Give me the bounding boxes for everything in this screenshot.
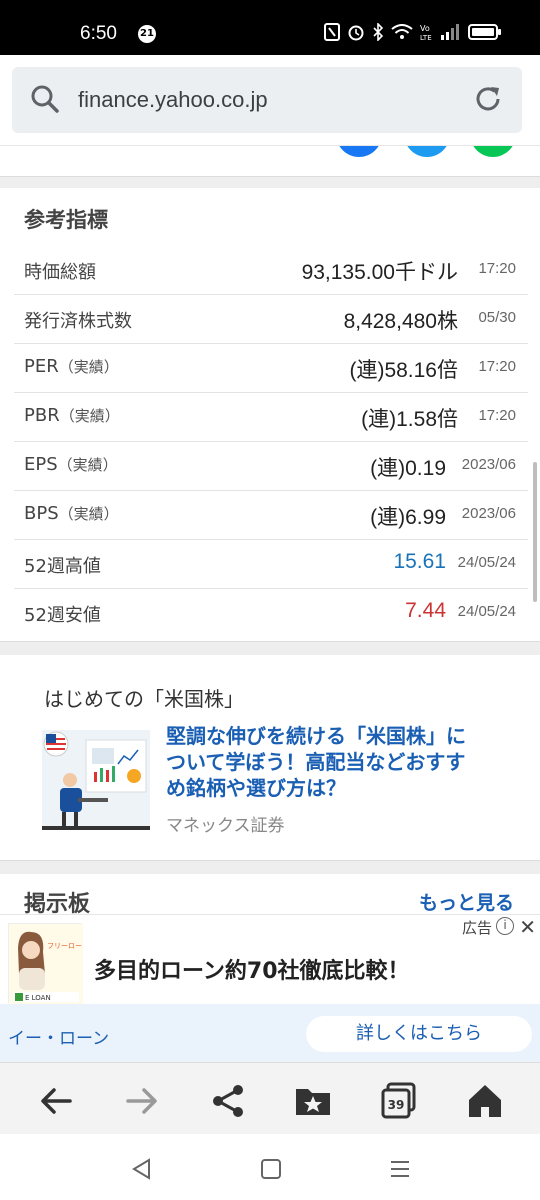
browser-url-bar: finance.yahoo.co.jp <box>0 55 540 145</box>
indicator-value: (連)6.99 <box>370 506 446 529</box>
back-icon[interactable] <box>36 1081 76 1121</box>
indicator-label: EPS（実績） <box>24 454 118 475</box>
system-navigation-bar <box>0 1134 540 1200</box>
scrollbar-thumb[interactable] <box>533 462 537 602</box>
home-icon[interactable] <box>465 1081 505 1121</box>
us-stock-illustration <box>42 730 150 830</box>
section-divider <box>0 176 540 188</box>
indicator-value: (連)58.16倍 <box>349 359 458 382</box>
section-title: 参考指標 <box>24 208 108 232</box>
indicator-label: PER（実績） <box>24 356 119 377</box>
banner-text: 多目的ローン約70社徹底比較！ <box>94 959 410 984</box>
indicator-date: 17:20 <box>478 407 516 424</box>
indicator-row-market-cap: 時価総額 93,135.00千ドル 17:20 <box>14 246 528 295</box>
line-share-icon[interactable] <box>470 146 516 157</box>
banner-thumbnail: フリーローン 徹底比較 E LOAN <box>8 923 119 1004</box>
address-field[interactable]: finance.yahoo.co.jp <box>12 67 522 133</box>
bluetooth-icon <box>372 22 384 45</box>
indicator-value: 15.61 <box>393 550 446 573</box>
status-bar: 6:50 21 Vo LTE <box>0 0 540 55</box>
indicator-row-bps: BPS（実績） (連)6.99 2023/06 <box>14 491 528 540</box>
indicator-date: 2023/06 <box>461 456 516 473</box>
close-icon[interactable]: ✕ <box>519 915 536 939</box>
indicator-row-per: PER（実績） (連)58.16倍 17:20 <box>14 344 528 393</box>
notification-count-badge: 21 <box>138 25 156 43</box>
indicator-value: (連)0.19 <box>370 457 446 480</box>
bottom-banner-ad[interactable]: フリーローン 徹底比較 E LOAN 多目的ローン約70社徹底比較！ 広告 i … <box>0 914 540 1004</box>
indicator-value: 8,428,480株 <box>343 310 458 333</box>
banner-cta-bar[interactable]: イー・ローン 詳しくはこちら <box>0 1004 540 1062</box>
indicator-row-eps: EPS（実績） (連)0.19 2023/06 <box>14 442 528 491</box>
forward-icon[interactable] <box>122 1081 162 1121</box>
details-button[interactable]: 詳しくはこちら <box>306 1016 532 1052</box>
indicator-date: 24/05/24 <box>457 603 516 620</box>
tabs-icon[interactable]: 39 <box>379 1081 419 1121</box>
share-buttons-row <box>0 145 540 180</box>
indicator-value: 7.44 <box>405 599 446 622</box>
ad-label: 広告 <box>461 919 492 937</box>
bookmark-folder-icon[interactable] <box>293 1081 333 1121</box>
volte-icon: Vo LTE <box>420 23 434 45</box>
sponsored-article-card[interactable]: はじめての「米国株」 堅調な伸びを続ける「米国株」について学ぼう！高配当などおす… <box>0 655 540 860</box>
battery-icon <box>468 24 502 44</box>
browser-toolbar: 39 <box>0 1062 540 1134</box>
indicator-label: 52週高値 <box>24 556 101 577</box>
indicator-date: 17:20 <box>478 358 516 375</box>
indicator-value: (連)1.58倍 <box>361 408 458 431</box>
indicator-date: 24/05/24 <box>457 554 516 571</box>
status-time: 6:50 <box>80 23 117 44</box>
indicator-row-52w-low: 52週安値 7.44 24/05/24 <box>14 589 528 638</box>
indicator-row-52w-high: 52週高値 15.61 24/05/24 <box>14 540 528 589</box>
indicator-date: 2023/06 <box>461 505 516 522</box>
indicator-date: 17:20 <box>478 260 516 277</box>
message-board-header: 掲示板 もっと見る <box>0 874 540 919</box>
url-text: finance.yahoo.co.jp <box>78 87 268 112</box>
tabs-count: 39 <box>388 1098 405 1112</box>
reference-indicators-section: 参考指標 時価総額 93,135.00千ドル 17:20 発行済株式数 8,42… <box>0 188 540 641</box>
indicator-date: 05/30 <box>478 309 516 326</box>
share-icon[interactable] <box>208 1081 248 1121</box>
ad-info-icon[interactable]: i <box>496 917 514 935</box>
banner-thumb-brand: E LOAN <box>25 994 51 1002</box>
indicator-label: 発行済株式数 <box>24 311 132 332</box>
section-divider <box>0 860 540 874</box>
system-back-icon[interactable] <box>127 1154 157 1184</box>
system-home-icon[interactable] <box>256 1154 286 1184</box>
signal-icon <box>441 24 461 44</box>
reload-icon[interactable] <box>472 83 504 119</box>
banner-brand: イー・ローン <box>8 1029 110 1049</box>
system-recents-icon[interactable] <box>385 1154 415 1184</box>
banner-thumb-text: フリーローン 徹底比較 <box>47 941 83 950</box>
ad-card-sponsor: マネックス証券 <box>166 816 285 836</box>
ad-card-headline[interactable]: 堅調な伸びを続ける「米国株」について学ぼう！高配当などおすすめ銘柄や選び方は？ <box>166 723 466 801</box>
wifi-icon <box>391 24 413 44</box>
svg-text:Vo: Vo <box>420 24 430 33</box>
alarm-icon <box>347 23 365 45</box>
indicator-row-pbr: PBR（実績） (連)1.58倍 17:20 <box>14 393 528 442</box>
search-icon <box>30 84 60 118</box>
indicator-label: 時価総額 <box>24 262 96 283</box>
ad-card-title: はじめての「米国株」 <box>44 687 244 711</box>
status-icons: Vo LTE <box>324 22 502 45</box>
indicator-value: 93,135.00千ドル <box>301 261 458 284</box>
indicator-label: BPS（実績） <box>24 503 119 524</box>
indicator-row-shares-outstanding: 発行済株式数 8,428,480株 05/30 <box>14 295 528 344</box>
facebook-share-icon[interactable] <box>336 146 382 157</box>
section-divider <box>0 641 540 655</box>
nfc-icon <box>324 23 340 45</box>
twitter-share-icon[interactable] <box>404 146 450 157</box>
svg-text:LTE: LTE <box>420 34 432 41</box>
indicator-label: PBR（実績） <box>24 405 120 426</box>
see-more-link[interactable]: もっと見る <box>419 888 514 915</box>
indicator-label: 52週安値 <box>24 605 101 626</box>
